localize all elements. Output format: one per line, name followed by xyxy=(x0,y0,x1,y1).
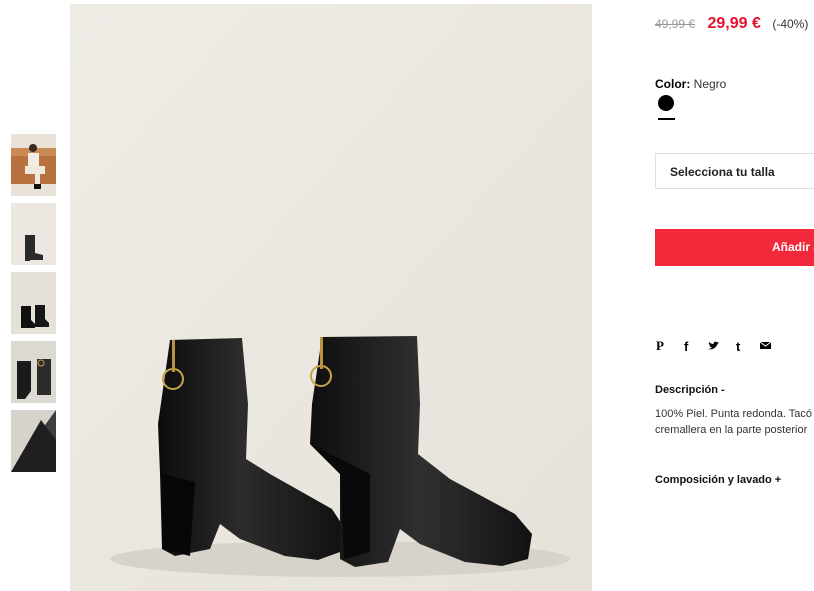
price-row: 49,99 € 29,99 € (-40%) xyxy=(655,15,808,33)
size-select[interactable]: Selecciona tu talla xyxy=(655,153,814,189)
product-info-panel: 49,99 € 29,99 € (-40%) Color: Negro Sele… xyxy=(655,0,814,591)
thumbnail-list xyxy=(11,134,56,479)
sale-price: 29,99 € xyxy=(707,15,761,32)
thumbnail-image xyxy=(11,134,56,196)
thumbnail-image xyxy=(11,410,56,472)
twitter-icon[interactable] xyxy=(707,339,720,352)
tumblr-icon[interactable]: t xyxy=(733,339,746,352)
selected-swatch-indicator xyxy=(658,118,675,120)
thumbnail-image xyxy=(11,272,56,334)
svg-text:f: f xyxy=(684,339,689,352)
thumbnail-boots-pair[interactable] xyxy=(11,272,56,334)
product-main-image[interactable] xyxy=(70,4,592,591)
thumbnail-model-seated[interactable] xyxy=(11,134,56,196)
svg-text:P: P xyxy=(656,339,664,352)
color-label-title: Color: xyxy=(655,77,691,91)
add-to-cart-button[interactable]: Añadir a xyxy=(655,229,814,266)
description-line: cremallera en la parte posterior xyxy=(655,424,808,436)
color-value: Negro xyxy=(693,77,727,91)
share-icons: P f t xyxy=(655,339,785,352)
facebook-icon[interactable]: f xyxy=(681,339,694,352)
composition-toggle[interactable]: Composición y lavado + xyxy=(655,474,781,486)
pinterest-icon[interactable]: P xyxy=(655,339,668,352)
description-text: 100% Piel. Punta redonda. Tacó cremaller… xyxy=(655,406,814,438)
thumbnail-boot-closeup[interactable] xyxy=(11,410,56,472)
color-label: Color: Negro xyxy=(655,77,726,91)
thumbnail-image xyxy=(11,203,56,265)
svg-text:t: t xyxy=(736,339,741,352)
product-photo-ankle-boots xyxy=(70,4,592,591)
old-price: 49,99 € xyxy=(655,17,696,31)
mail-icon[interactable] xyxy=(759,339,772,352)
thumbnail-boot-side[interactable] xyxy=(11,203,56,265)
thumbnail-boot-detail[interactable] xyxy=(11,341,56,403)
description-line: 100% Piel. Punta redonda. Tacó xyxy=(655,408,812,420)
description-toggle[interactable]: Descripción - xyxy=(655,384,725,396)
color-swatch-black[interactable] xyxy=(658,95,674,111)
thumbnail-image xyxy=(11,341,56,403)
discount-badge: (-40%) xyxy=(772,17,809,31)
